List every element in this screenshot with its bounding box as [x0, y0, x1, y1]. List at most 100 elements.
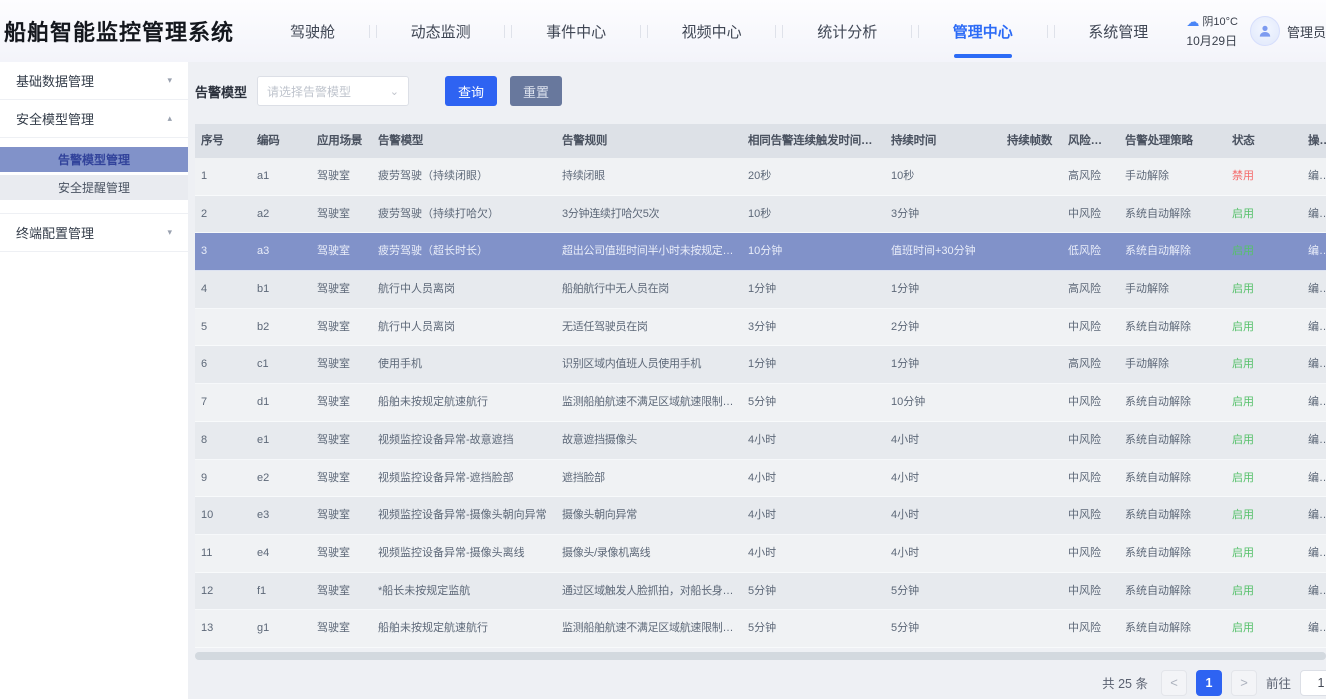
- cell-scene: 驾驶室: [311, 497, 372, 534]
- cell-no: 5: [195, 309, 251, 346]
- table-row[interactable]: 11e4驾驶室视频监控设备异常-摄像头离线摄像头/录像机离线4小时4小时中风险系…: [195, 535, 1326, 573]
- nav-item-5[interactable]: 管理中心: [953, 0, 1013, 62]
- cell-model: 疲劳驾驶（持续打哈欠）: [372, 196, 556, 233]
- cell-duration: 值班时间+30分钟: [885, 233, 1001, 270]
- cell-strategy: 手动解除: [1119, 346, 1226, 383]
- nav-item-3[interactable]: 视频中心: [682, 0, 742, 62]
- cell-rule: 监测船舶航速不满足区域航速限制规定: [556, 610, 742, 647]
- table-row[interactable]: 10e3驾驶室视频监控设备异常-摄像头朝向异常摄像头朝向异常4小时4小时中风险系…: [195, 497, 1326, 535]
- cell-duration: 4小时: [885, 422, 1001, 459]
- nav-separator: [369, 25, 377, 38]
- cell-scene: 驾驶室: [311, 610, 372, 647]
- nav-item-6[interactable]: 系统管理: [1088, 0, 1148, 62]
- sidebar-item-1-0[interactable]: 告警模型管理: [0, 147, 188, 172]
- cell-strategy: 系统自动解除: [1119, 233, 1226, 270]
- cell-rule: 通过区域触发人脸抓拍，对船长身份...: [556, 573, 742, 610]
- sidebar-item-1-1[interactable]: 安全提醒管理: [0, 175, 188, 200]
- edit-link[interactable]: 编辑: [1302, 497, 1326, 534]
- cell-duration: 2分钟: [885, 309, 1001, 346]
- scrollbar-thumb[interactable]: [195, 652, 1326, 660]
- weather-temp: 阴10°C: [1202, 14, 1238, 31]
- goto-page-input[interactable]: [1300, 670, 1326, 696]
- nav-item-0[interactable]: 驾驶舱: [290, 0, 335, 62]
- cell-no: 9: [195, 460, 251, 497]
- edit-link[interactable]: 编辑: [1302, 271, 1326, 308]
- cell-code: b1: [251, 271, 311, 308]
- cell-duration: 5分钟: [885, 610, 1001, 647]
- nav-separator: [504, 25, 512, 38]
- cell-duration: 10秒: [885, 158, 1001, 195]
- cell-frames: [1001, 460, 1062, 497]
- status-badge: 启用: [1226, 535, 1302, 572]
- cell-no: 2: [195, 196, 251, 233]
- status-badge: 启用: [1226, 346, 1302, 383]
- nav-item-1[interactable]: 动态监测: [411, 0, 471, 62]
- table-row[interactable]: 7d1驾驶室船舶未按规定航速航行监测船舶航速不满足区域航速限制规定5分钟10分钟…: [195, 384, 1326, 422]
- table-row[interactable]: 1a1驾驶室疲劳驾驶（持续闭眼）持续闭眼20秒10秒高风险手动解除禁用编辑: [195, 158, 1326, 196]
- cell-model: 视频监控设备异常-故意遮挡: [372, 422, 556, 459]
- cell-scene: 驾驶室: [311, 196, 372, 233]
- edit-link[interactable]: 编辑: [1302, 158, 1326, 195]
- column-header-1: 编码: [251, 124, 311, 158]
- next-page-button[interactable]: >: [1231, 670, 1257, 696]
- table-row[interactable]: 13g1驾驶室船舶未按规定航速航行监测船舶航速不满足区域航速限制规定5分钟5分钟…: [195, 610, 1326, 648]
- cell-rule: 3分钟连续打哈欠5次: [556, 196, 742, 233]
- cell-no: 13: [195, 610, 251, 647]
- edit-link[interactable]: 编辑: [1302, 535, 1326, 572]
- top-header: 船舶智能监控管理系统 驾驶舱动态监测事件中心视频中心统计分析管理中心系统管理 ☁…: [0, 0, 1326, 62]
- table-row[interactable]: 9e2驾驶室视频监控设备异常-遮挡脸部遮挡脸部4小时4小时中风险系统自动解除启用…: [195, 460, 1326, 498]
- edit-link[interactable]: 编辑: [1302, 309, 1326, 346]
- table-header-row: 序号编码应用场景告警模型告警规则相同告警连续触发时间间隔持续时间持续帧数风险等级…: [195, 124, 1326, 158]
- search-button[interactable]: 查询: [445, 76, 497, 106]
- cell-rule: 识别区域内值班人员使用手机: [556, 346, 742, 383]
- prev-page-button[interactable]: <: [1161, 670, 1187, 696]
- user-avatar[interactable]: [1250, 16, 1280, 46]
- nav-item-4[interactable]: 统计分析: [817, 0, 877, 62]
- cell-scene: 驾驶室: [311, 271, 372, 308]
- table-row[interactable]: 12f1驾驶室*船长未按规定监航通过区域触发人脸抓拍，对船长身份...5分钟5分…: [195, 573, 1326, 611]
- cell-duration: 1分钟: [885, 271, 1001, 308]
- username-label[interactable]: 管理员: [1287, 22, 1326, 41]
- status-badge: 启用: [1226, 233, 1302, 270]
- cell-model: 船舶未按规定航速航行: [372, 384, 556, 421]
- sidebar-group-1[interactable]: 安全模型管理▴: [0, 100, 188, 138]
- column-header-4: 告警规则: [556, 124, 742, 158]
- cell-scene: 驾驶室: [311, 535, 372, 572]
- alarm-model-select[interactable]: 请选择告警模型 ⌄: [257, 76, 409, 106]
- chevron-down-icon: ⌄: [390, 85, 399, 98]
- column-header-0: 序号: [195, 124, 251, 158]
- edit-link[interactable]: 编辑: [1302, 346, 1326, 383]
- horizontal-scrollbar[interactable]: [195, 652, 1326, 660]
- cell-model: 疲劳驾驶（持续闭眼）: [372, 158, 556, 195]
- sidebar-group-0[interactable]: 基础数据管理▾: [0, 62, 188, 100]
- table-row[interactable]: 8e1驾驶室视频监控设备异常-故意遮挡故意遮挡摄像头4小时4小时中风险系统自动解…: [195, 422, 1326, 460]
- status-badge: 启用: [1226, 610, 1302, 647]
- table-row[interactable]: 5b2驾驶室航行中人员离岗无适任驾驶员在岗3分钟2分钟中风险系统自动解除启用编辑: [195, 309, 1326, 347]
- cell-no: 11: [195, 535, 251, 572]
- table-row[interactable]: 3a3驾驶室疲劳驾驶（超长时长）超出公司值班时间半小时未按规定交接10分钟值班时…: [195, 233, 1326, 271]
- app-title: 船舶智能监控管理系统: [0, 15, 234, 47]
- edit-link[interactable]: 编辑: [1302, 460, 1326, 497]
- edit-link[interactable]: 编辑: [1302, 384, 1326, 421]
- edit-link[interactable]: 编辑: [1302, 573, 1326, 610]
- cell-rule: 摄像头/录像机离线: [556, 535, 742, 572]
- nav-item-2[interactable]: 事件中心: [546, 0, 606, 62]
- status-badge: 启用: [1226, 460, 1302, 497]
- table-row[interactable]: 4b1驾驶室航行中人员离岗船舶航行中无人员在岗1分钟1分钟高风险手动解除启用编辑: [195, 271, 1326, 309]
- sidebar-group-2[interactable]: 终端配置管理▾: [0, 214, 188, 252]
- status-badge: 禁用: [1226, 158, 1302, 195]
- table-row[interactable]: 2a2驾驶室疲劳驾驶（持续打哈欠）3分钟连续打哈欠5次10秒3分钟中风险系统自动…: [195, 196, 1326, 234]
- cell-rule: 无适任驾驶员在岗: [556, 309, 742, 346]
- cell-model: 船舶未按规定航速航行: [372, 610, 556, 647]
- sidebar-sublist: 告警模型管理安全提醒管理: [0, 138, 188, 214]
- nav-separator: [640, 25, 648, 38]
- edit-link[interactable]: 编辑: [1302, 422, 1326, 459]
- reset-button[interactable]: 重置: [510, 76, 562, 106]
- cell-scene: 驾驶室: [311, 309, 372, 346]
- edit-link[interactable]: 编辑: [1302, 196, 1326, 233]
- edit-link[interactable]: 编辑: [1302, 233, 1326, 270]
- edit-link[interactable]: 编辑: [1302, 610, 1326, 647]
- page-number-button[interactable]: 1: [1196, 670, 1222, 696]
- table-row[interactable]: 6c1驾驶室使用手机识别区域内值班人员使用手机1分钟1分钟高风险手动解除启用编辑: [195, 346, 1326, 384]
- status-badge: 启用: [1226, 573, 1302, 610]
